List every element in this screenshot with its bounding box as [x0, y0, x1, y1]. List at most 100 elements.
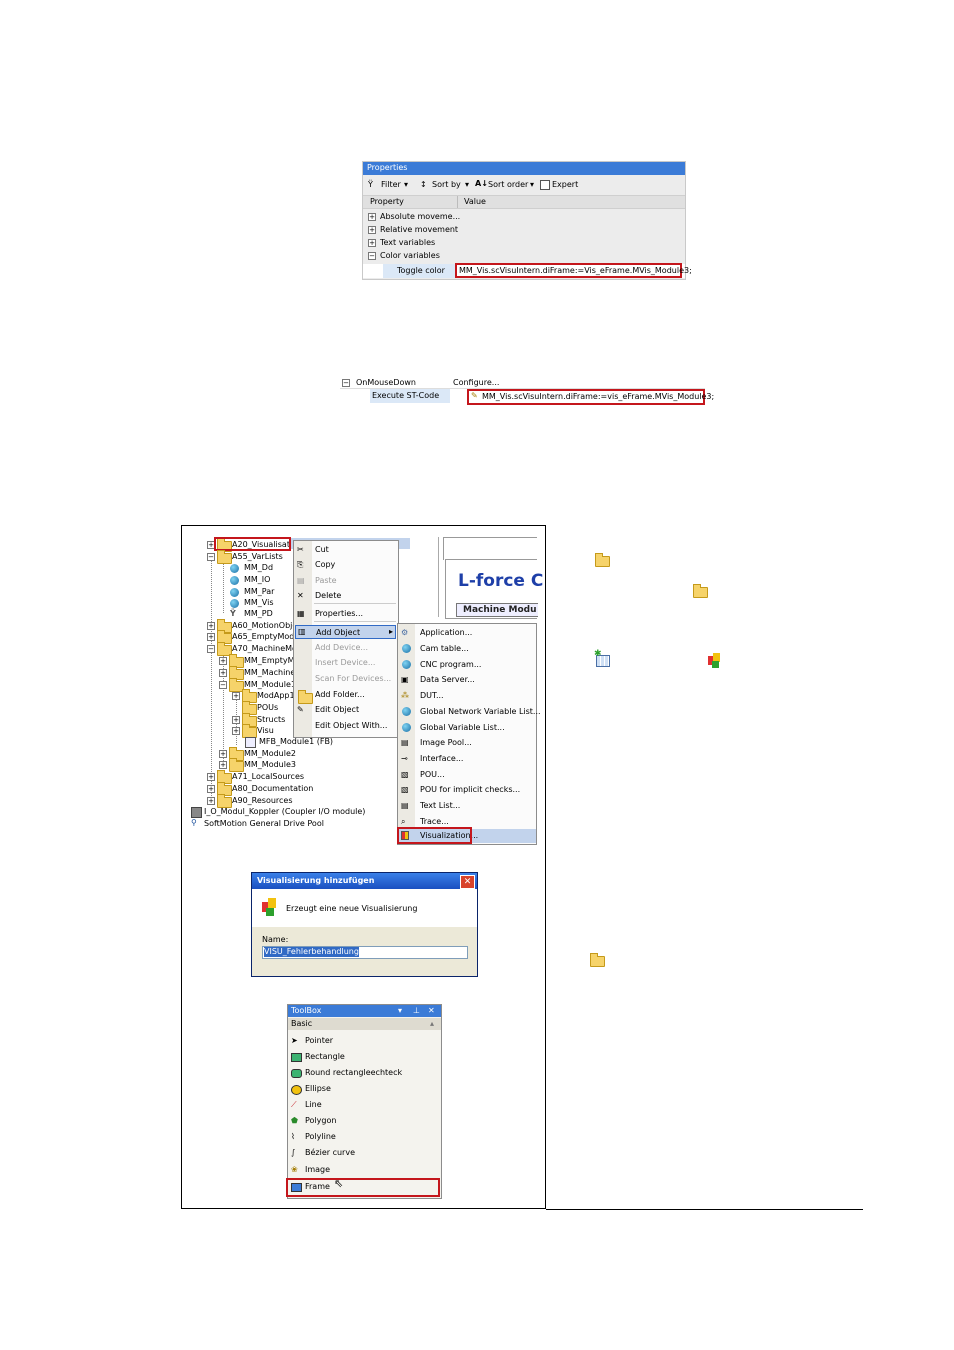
menu-copy[interactable]: Copy [315, 560, 335, 570]
globe-icon [402, 723, 411, 732]
globe-icon [230, 576, 239, 585]
expand-icon[interactable]: + [368, 239, 376, 247]
sort-by-button[interactable]: Sort by [432, 180, 461, 190]
expand-icon[interactable]: + [207, 785, 215, 793]
submenu-interface[interactable]: Interface... [420, 754, 463, 764]
expand-icon[interactable]: + [207, 797, 215, 805]
pencil-icon[interactable]: ✎ [471, 391, 478, 401]
toggle-color-value[interactable]: MM_Vis.scVisuIntern.diFrame:=Vis_eFrame.… [459, 266, 692, 276]
globe-icon [230, 588, 239, 597]
globe-icon [402, 707, 411, 716]
collapse-icon[interactable]: − [342, 379, 350, 387]
submenu-text-list[interactable]: Text List... [420, 801, 460, 811]
ellipse-icon [291, 1085, 302, 1095]
toolbox-ellipse[interactable]: Ellipse [305, 1084, 331, 1094]
collapse-icon[interactable]: − [368, 252, 376, 260]
menu-scan-devices[interactable]: Scan For Devices... [315, 674, 391, 684]
close-icon[interactable]: ✕ [460, 875, 475, 889]
close-icon[interactable]: ✕ [428, 1006, 435, 1016]
tree-label: MM_Module1 [244, 680, 296, 689]
toolbox-polyline[interactable]: Polyline [305, 1132, 336, 1142]
toolbox-pointer[interactable]: Pointer [305, 1036, 333, 1046]
expand-icon[interactable]: + [219, 657, 227, 665]
tree-label: MM_Module3 [244, 760, 296, 769]
menu-delete[interactable]: Delete [315, 591, 341, 601]
submenu-cam-table[interactable]: Cam table... [420, 644, 469, 654]
expand-icon[interactable]: + [368, 226, 376, 234]
submenu-data-server[interactable]: Data Server... [420, 675, 475, 685]
preview-subtitle: Machine Modu [463, 605, 537, 615]
tree-label: ModApp1 [257, 691, 295, 700]
expand-icon[interactable]: + [232, 692, 240, 700]
expand-icon[interactable]: + [207, 773, 215, 781]
toolbox-rectangle[interactable]: Rectangle [305, 1052, 345, 1062]
property-row[interactable]: Color variables [380, 251, 440, 261]
toolbox-section-label: Basic [291, 1019, 313, 1028]
chevron-down-icon[interactable]: ▾ [398, 1006, 402, 1016]
menu-edit-object-with[interactable]: Edit Object With... [315, 721, 387, 731]
menu-paste[interactable]: Paste [315, 576, 337, 586]
expand-icon[interactable]: + [368, 213, 376, 221]
chevron-right-icon: ▸ [389, 627, 394, 636]
submenu-gvl[interactable]: Global Variable List... [420, 723, 505, 733]
action-cell: Execute ST-Code [370, 389, 450, 403]
folder-icon [693, 584, 708, 598]
menu-add-object[interactable]: ▥ Add Object ▸ [295, 625, 396, 639]
property-row[interactable]: Text variables [380, 238, 435, 248]
menu-add-folder[interactable]: Add Folder... [315, 690, 365, 700]
toolbox-round-rectangle[interactable]: Round rectangleechteck [305, 1068, 402, 1078]
add-object-icon: ✱ [594, 649, 610, 667]
toolbox-bezier[interactable]: Bézier curve [305, 1148, 355, 1158]
collapse-icon[interactable]: − [207, 553, 215, 561]
text-list-icon: ▤ [401, 801, 409, 810]
menu-insert-device[interactable]: Insert Device... [315, 658, 375, 668]
property-row[interactable]: Absolute moveme... [380, 212, 460, 222]
image-icon: ❀ [291, 1165, 298, 1174]
expand-icon[interactable]: + [219, 669, 227, 677]
editor-frame [443, 537, 537, 560]
toolbox-section[interactable]: Basic ▴ [288, 1018, 441, 1030]
submenu-gnvl[interactable]: Global Network Variable List... [420, 707, 541, 717]
sort-order-button[interactable]: Sort order [488, 180, 528, 190]
filter-button[interactable]: Filter [381, 180, 401, 190]
submenu-trace[interactable]: Trace... [420, 817, 449, 827]
data-server-icon: ▣ [401, 675, 409, 684]
expand-icon[interactable]: + [232, 727, 240, 735]
property-row[interactable]: Relative movement [380, 225, 458, 235]
expand-icon[interactable]: + [207, 633, 215, 641]
event-code[interactable]: MM_Vis.scVisuIntern.diFrame:=vis_eFrame.… [482, 392, 714, 402]
submenu-dut[interactable]: DUT... [420, 691, 444, 701]
menu-add-device[interactable]: Add Device... [315, 643, 368, 653]
image-pool-icon: ▤ [401, 738, 409, 747]
expert-checkbox[interactable] [540, 180, 550, 190]
interface-icon: ⊸ [401, 754, 408, 763]
collapse-icon[interactable]: − [207, 645, 215, 653]
cam-table-icon [402, 644, 411, 653]
submenu-application[interactable]: Application... [420, 628, 472, 638]
toolbox-image[interactable]: Image [305, 1165, 330, 1175]
menu-edit-object[interactable]: Edit Object [315, 705, 359, 715]
highlight-box [286, 1178, 440, 1197]
toolbox-polygon[interactable]: Polygon [305, 1116, 336, 1126]
chevron-up-icon[interactable]: ▴ [430, 1019, 434, 1029]
expand-icon[interactable]: + [207, 622, 215, 630]
folder-icon [229, 758, 244, 772]
expand-icon[interactable]: + [219, 761, 227, 769]
toolbox-line[interactable]: Line [305, 1100, 322, 1110]
scissors-icon: ✂ [297, 545, 304, 554]
expand-icon[interactable]: + [232, 716, 240, 724]
submenu-cnc-program[interactable]: CNC program... [420, 660, 481, 670]
tree-label: MM_Par [244, 587, 275, 596]
round-rectangle-icon [291, 1069, 302, 1078]
pin-icon[interactable]: ⊥ [413, 1006, 420, 1016]
menu-cut[interactable]: Cut [315, 545, 329, 555]
submenu-image-pool[interactable]: Image Pool... [420, 738, 472, 748]
event-value[interactable]: Configure... [453, 378, 499, 388]
menu-icon-strip [398, 624, 415, 844]
expand-icon[interactable]: + [219, 750, 227, 758]
name-input[interactable]: VISU_Fehlerbehandlung [262, 946, 468, 959]
submenu-pou-checks[interactable]: POU for implicit checks... [420, 785, 520, 795]
collapse-icon[interactable]: − [219, 681, 227, 689]
submenu-pou[interactable]: POU... [420, 770, 445, 780]
menu-properties[interactable]: Properties... [315, 609, 363, 619]
